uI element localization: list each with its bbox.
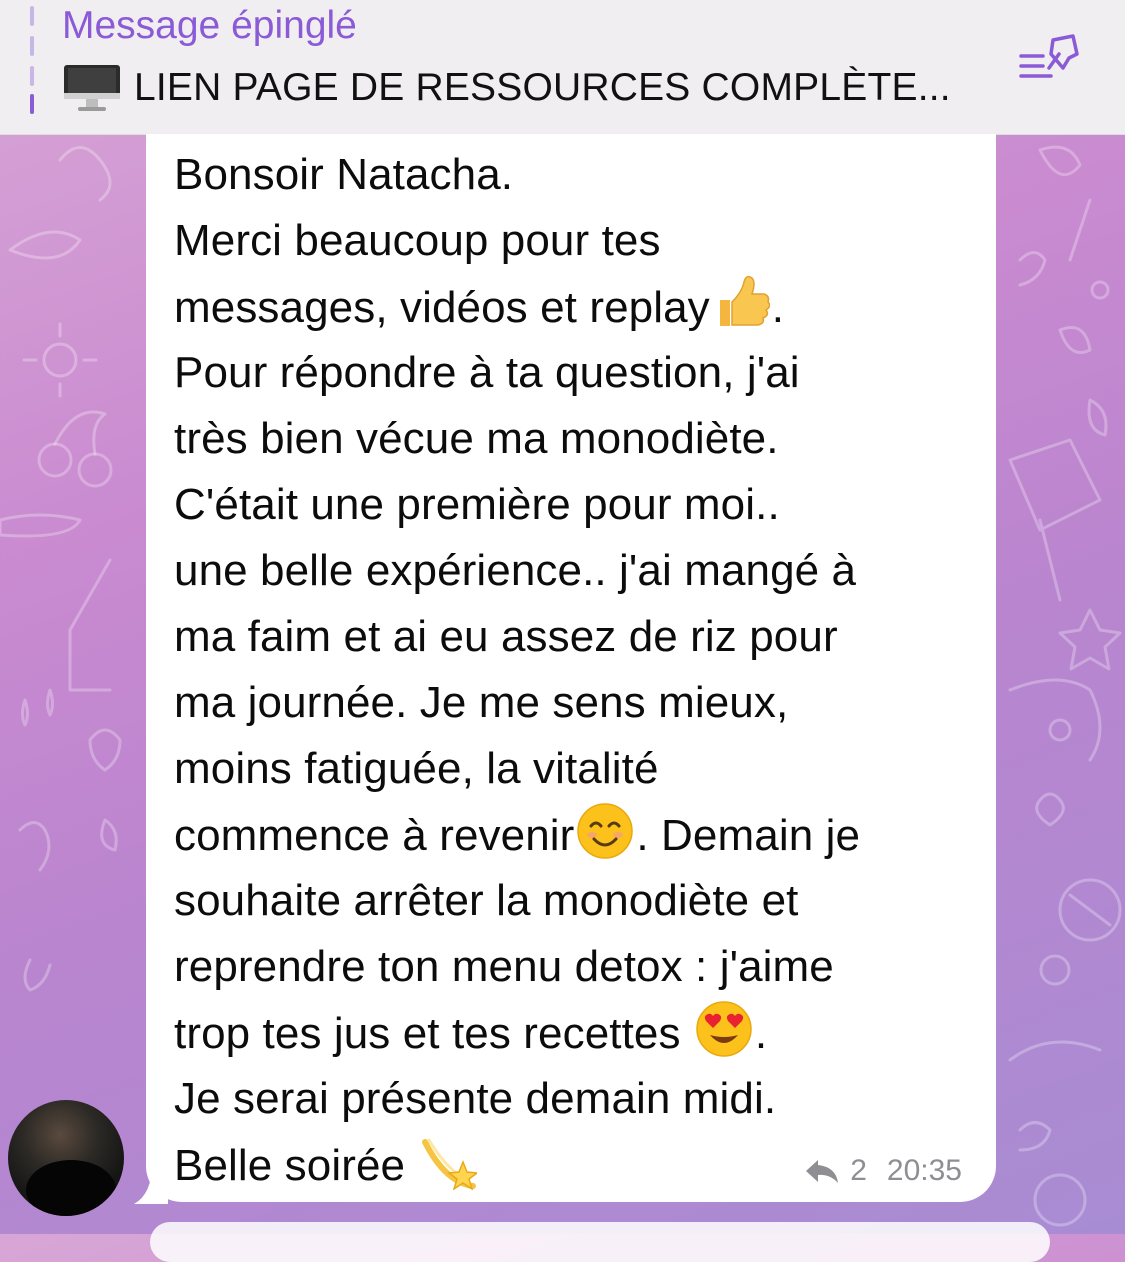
message-line: Merci beaucoup pour tes (174, 216, 661, 265)
dizzy-star-emoji-icon (422, 1138, 478, 1190)
message-line: commence à revenir . Demain je (174, 802, 974, 868)
message-line: Pour répondre à ta question, j'ai (174, 348, 800, 397)
message-bubble[interactable]: Bonsoir Natacha. Merci beaucoup pour tes… (146, 134, 996, 1202)
message-line-text: commence à revenir (174, 811, 575, 860)
message-line-text: Belle soirée (174, 1141, 418, 1190)
reply-count[interactable]: 2 (850, 1154, 867, 1188)
pinned-preview: LIEN PAGE DE RESSOURCES COMPLÈTE... (62, 63, 951, 113)
message-line: souhaite arrêter la monodiète et (174, 876, 799, 925)
reply-icon[interactable] (804, 1156, 840, 1186)
pinned-text: LIEN PAGE DE RESSOURCES COMPLÈTE... (134, 66, 951, 109)
message-text: Bonsoir Natacha. Merci beaucoup pour tes… (174, 142, 974, 1198)
message-line: messages, vidéos et replay . (174, 274, 974, 340)
message-line: très bien vécue ma monodiète. (174, 414, 779, 463)
message-line: moins fatiguée, la vitalité (174, 744, 659, 793)
sender-avatar[interactable] (8, 1100, 124, 1216)
message-line: reprendre ton menu detox : j'aime (174, 942, 834, 991)
pinned-message-bar[interactable]: Message épinglé LIEN PAGE DE RESSOURCES … (0, 0, 1125, 135)
heart-eyes-emoji-icon (696, 1001, 752, 1057)
message-line: C'était une première pour moi.. (174, 480, 780, 529)
message-time: 20:35 (886, 1154, 962, 1187)
next-message-bubble (150, 1222, 1050, 1262)
desktop-computer-icon (64, 65, 120, 111)
message-line-suffix: . (771, 283, 785, 332)
pinned-title: Message épinglé (62, 4, 357, 47)
pinned-list-icon[interactable] (1017, 30, 1081, 88)
message-line-suffix: . (754, 1009, 768, 1058)
message-line-suffix: . Demain je (636, 811, 861, 860)
smiling-face-emoji-icon (577, 803, 634, 859)
message-line: Bonsoir Natacha. (174, 150, 514, 199)
pinned-indicator (30, 6, 34, 114)
message-line: ma journée. Je me sens mieux, (174, 678, 789, 727)
message-meta: 2 20:35 (804, 1154, 962, 1188)
message-line: ma faim et ai eu assez de riz pour (174, 612, 838, 661)
message-line-text: messages, vidéos et replay (174, 283, 710, 332)
message-line-text: trop tes jus et tes recettes (174, 1009, 693, 1058)
message-line: une belle expérience.. j'ai mangé à (174, 546, 857, 595)
message-line: Je serai présente demain midi. (174, 1074, 777, 1123)
thumbs-up-emoji-icon (719, 275, 770, 326)
message-line: trop tes jus et tes recettes . (174, 1000, 974, 1066)
